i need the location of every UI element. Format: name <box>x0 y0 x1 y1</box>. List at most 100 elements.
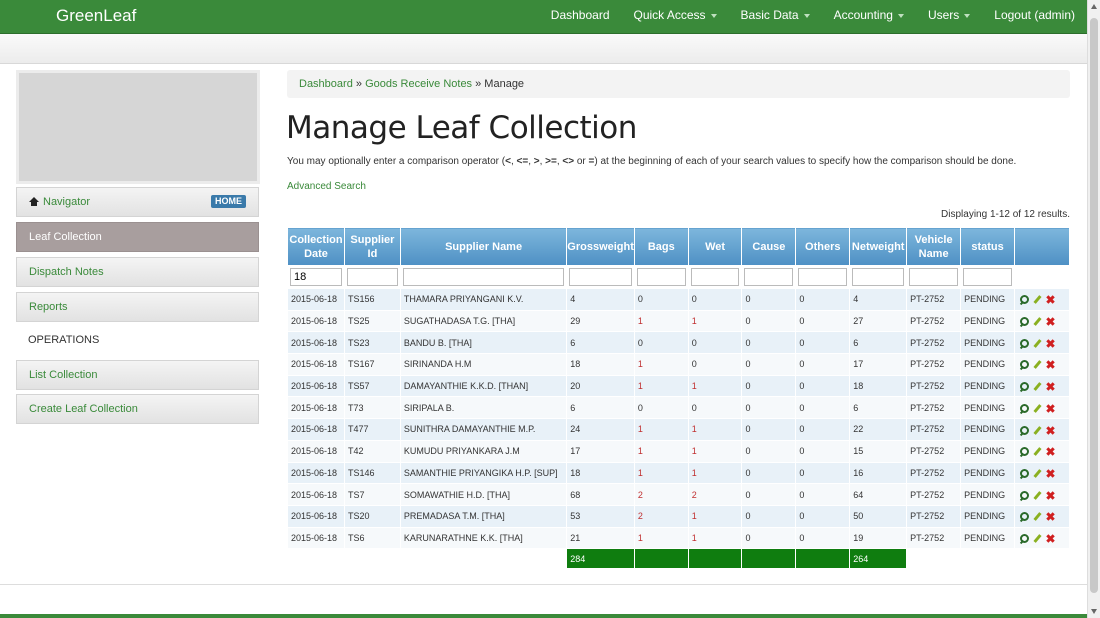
table-cell: PENDING <box>960 526 1016 550</box>
filter-input[interactable] <box>744 268 794 286</box>
table-cell: PENDING <box>960 353 1016 376</box>
column-header[interactable]: status <box>960 227 1016 266</box>
sidebar-item-reports[interactable]: Reports <box>16 292 259 322</box>
view-icon[interactable] <box>1020 447 1030 457</box>
sidebar-item-leaf-collection[interactable]: Leaf Collection <box>16 222 259 252</box>
breadcrumb-dashboard[interactable]: Dashboard <box>299 78 353 90</box>
view-icon[interactable] <box>1020 295 1030 305</box>
scroll-down-icon[interactable] <box>1091 609 1097 614</box>
view-icon[interactable] <box>1020 533 1030 543</box>
filter-input[interactable] <box>909 268 959 286</box>
table-cell: 0 <box>795 418 851 441</box>
view-icon[interactable] <box>1020 490 1030 500</box>
advanced-search-link[interactable]: Advanced Search <box>287 181 366 192</box>
column-header[interactable]: Wet <box>687 227 743 266</box>
filter-input[interactable] <box>690 268 740 286</box>
view-icon[interactable] <box>1020 468 1030 478</box>
scroll-thumb[interactable] <box>1090 18 1098 593</box>
sidebar-item-list-collection[interactable]: List Collection <box>16 360 259 390</box>
edit-icon[interactable] <box>1033 382 1042 391</box>
column-header[interactable]: Cause <box>741 227 797 266</box>
table-cell: 6 <box>849 396 908 420</box>
nav-quick-access[interactable]: Quick Access <box>622 0 729 34</box>
view-icon[interactable] <box>1020 425 1030 435</box>
view-icon[interactable] <box>1020 338 1030 348</box>
column-header[interactable]: Collection Date <box>287 227 345 266</box>
filter-input[interactable] <box>963 268 1013 286</box>
brand-logo[interactable]: GreenLeaf <box>56 6 136 26</box>
view-icon[interactable] <box>1020 360 1030 370</box>
delete-icon[interactable] <box>1046 360 1055 369</box>
table-cell: 18 <box>566 353 635 376</box>
page-scrollbar[interactable] <box>1087 0 1100 618</box>
nav-accounting-label: Accounting <box>833 8 893 22</box>
view-icon[interactable] <box>1020 317 1030 327</box>
column-header[interactable]: Others <box>795 227 851 266</box>
delete-icon[interactable] <box>1046 339 1055 348</box>
table-cell: PENDING <box>960 461 1016 485</box>
filter-input[interactable] <box>346 268 398 286</box>
filter-input[interactable] <box>402 268 565 286</box>
table-cell: TS20 <box>343 504 401 528</box>
scroll-up-icon[interactable] <box>1091 4 1097 9</box>
nav-dashboard[interactable]: Dashboard <box>539 0 622 34</box>
column-header[interactable]: Supplier Name <box>399 227 568 266</box>
filter-row <box>287 265 1070 289</box>
delete-icon[interactable] <box>1046 404 1055 413</box>
edit-icon[interactable] <box>1033 534 1042 543</box>
breadcrumb-goods-receive-notes[interactable]: Goods Receive Notes <box>365 78 472 90</box>
table-cell: PENDING <box>960 418 1016 441</box>
edit-icon[interactable] <box>1033 339 1042 348</box>
table-row: 2015-06-18 T477 SUNITHRA DAMAYANTHIE M.P. 2… <box>287 418 1070 441</box>
nav-users[interactable]: Users <box>916 0 982 34</box>
filter-input[interactable] <box>569 268 632 286</box>
nav-logout[interactable]: Logout (admin) <box>982 0 1087 34</box>
table-cell: 0 <box>795 461 851 485</box>
sidebar-item-navigator[interactable]: Navigator HOME <box>16 187 259 217</box>
edit-icon[interactable] <box>1033 469 1042 478</box>
delete-icon[interactable] <box>1046 382 1055 391</box>
table-cell: 0 <box>741 483 797 506</box>
view-icon[interactable] <box>1020 512 1030 522</box>
edit-icon[interactable] <box>1033 404 1042 413</box>
edit-icon[interactable] <box>1033 447 1042 456</box>
column-header[interactable]: Supplier Id <box>343 227 401 266</box>
delete-icon[interactable] <box>1046 426 1055 435</box>
column-header[interactable]: Bags <box>633 227 689 266</box>
home-badge[interactable]: HOME <box>211 195 246 208</box>
table-cell: PENDING <box>960 374 1016 398</box>
table-row: 2015-06-18 TS146 SAMANTHIE PRIYANGIKA H.P.… <box>287 461 1070 485</box>
chevron-down-icon <box>897 13 904 18</box>
delete-icon[interactable] <box>1046 317 1055 326</box>
view-icon[interactable] <box>1020 382 1030 392</box>
nav-basic-data[interactable]: Basic Data <box>729 0 822 34</box>
delete-icon[interactable] <box>1046 447 1055 456</box>
edit-icon[interactable] <box>1033 317 1042 326</box>
delete-icon[interactable] <box>1046 512 1055 521</box>
sidebar-item-label: Leaf Collection <box>29 231 102 243</box>
table-cell: THAMARA PRIYANGANI K.V. <box>399 288 568 311</box>
nav-accounting[interactable]: Accounting <box>822 0 916 34</box>
sidebar-item-create-leaf-collection[interactable]: Create Leaf Collection <box>16 394 259 424</box>
delete-icon[interactable] <box>1046 469 1055 478</box>
column-header[interactable]: Vehicle Name <box>906 227 962 266</box>
edit-icon[interactable] <box>1033 512 1042 521</box>
filter-input[interactable] <box>290 268 342 286</box>
filter-input[interactable] <box>798 268 848 286</box>
filter-input[interactable] <box>636 268 686 286</box>
column-header[interactable]: Grossweight <box>566 227 635 266</box>
table-cell: 0 <box>795 396 851 420</box>
edit-icon[interactable] <box>1033 295 1042 304</box>
edit-icon[interactable] <box>1033 360 1042 369</box>
table-row: 2015-06-18 T42 KUMUDU PRIYANKARA J.M 17 1 1 0 0… <box>287 439 1070 463</box>
edit-icon[interactable] <box>1033 426 1042 435</box>
delete-icon[interactable] <box>1046 534 1055 543</box>
sidebar-item-dispatch-notes[interactable]: Dispatch Notes <box>16 257 259 287</box>
column-header[interactable]: Netweight <box>849 227 908 266</box>
filter-input[interactable] <box>852 268 905 286</box>
delete-icon[interactable] <box>1046 491 1055 500</box>
delete-icon[interactable] <box>1046 295 1055 304</box>
edit-icon[interactable] <box>1033 491 1042 500</box>
table-cell: PT-2752 <box>906 331 962 355</box>
view-icon[interactable] <box>1020 403 1030 413</box>
